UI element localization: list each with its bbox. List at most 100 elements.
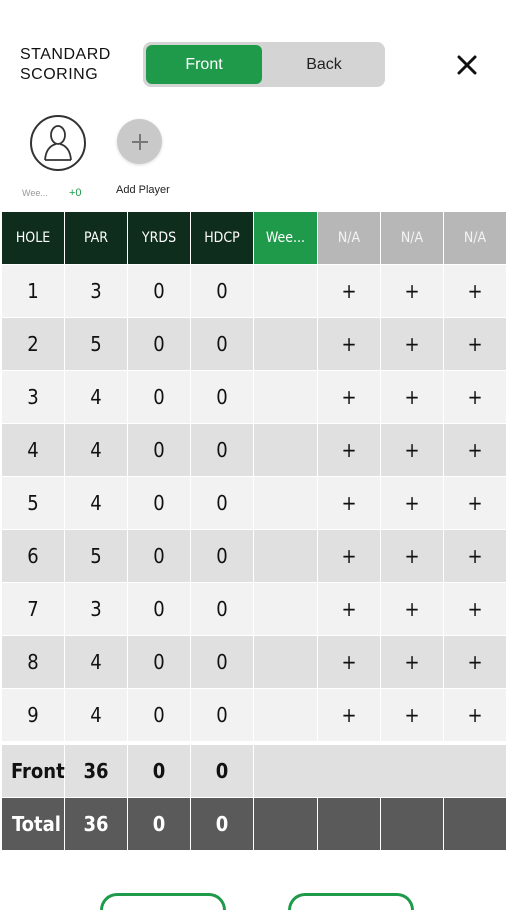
player-score-cell[interactable] bbox=[254, 318, 318, 371]
total-hdcp: 0 bbox=[191, 798, 254, 851]
close-button[interactable] bbox=[452, 50, 482, 80]
add-score-cell[interactable]: + bbox=[444, 424, 507, 477]
total-na-score bbox=[381, 798, 444, 851]
add-score-cell[interactable]: + bbox=[381, 265, 444, 318]
add-score-cell[interactable]: + bbox=[381, 530, 444, 583]
hole-number: 5 bbox=[2, 477, 65, 530]
hole-par: 5 bbox=[65, 318, 128, 371]
add-score-cell[interactable]: + bbox=[381, 689, 444, 742]
person-icon bbox=[44, 125, 72, 161]
add-score-cell[interactable]: + bbox=[444, 636, 507, 689]
add-score-cell[interactable]: + bbox=[444, 371, 507, 424]
column-header-yrds: YRDS bbox=[128, 212, 191, 265]
hole-par: 5 bbox=[65, 530, 128, 583]
bottom-button-left[interactable] bbox=[100, 893, 226, 910]
back-tab[interactable]: Back bbox=[266, 45, 382, 84]
player-score-cell[interactable] bbox=[254, 636, 318, 689]
hole-number: 9 bbox=[2, 689, 65, 742]
add-score-cell[interactable]: + bbox=[318, 371, 381, 424]
add-score-cell[interactable]: + bbox=[318, 265, 381, 318]
add-score-cell[interactable]: + bbox=[444, 689, 507, 742]
player-score-cell[interactable] bbox=[254, 265, 318, 318]
add-player-label: Add Player bbox=[116, 184, 170, 196]
front-par: 36 bbox=[65, 745, 128, 798]
hole-par: 4 bbox=[65, 371, 128, 424]
column-header-hole: HOLE bbox=[2, 212, 65, 265]
player-score-cell[interactable] bbox=[254, 477, 318, 530]
add-score-cell[interactable]: + bbox=[381, 424, 444, 477]
add-score-cell[interactable]: + bbox=[444, 477, 507, 530]
column-header-player[interactable]: Wee... bbox=[254, 212, 318, 265]
front-tab[interactable]: Front bbox=[146, 45, 262, 84]
hole-par: 4 bbox=[65, 689, 128, 742]
table-row: 4 4 0 0 + + + bbox=[2, 424, 507, 477]
player-name: Wee... bbox=[22, 188, 48, 198]
table-row: 7 3 0 0 + + + bbox=[2, 583, 507, 636]
front-hdcp: 0 bbox=[191, 745, 254, 798]
add-score-cell[interactable]: + bbox=[444, 265, 507, 318]
column-header-na[interactable]: N/A bbox=[444, 212, 507, 265]
scorecard-table: HOLE PAR YRDS HDCP Wee... N/A N/A N/A 13… bbox=[2, 212, 507, 851]
column-header-par: PAR bbox=[65, 212, 128, 265]
hole-number: 8 bbox=[2, 636, 65, 689]
table-row: 2 5 0 0 + + + bbox=[2, 318, 507, 371]
player-score: +0 bbox=[69, 187, 82, 199]
add-player-button[interactable] bbox=[117, 119, 162, 164]
total-summary-row: Total 36 0 0 bbox=[2, 798, 507, 851]
hole-handicap: 0 bbox=[191, 318, 254, 371]
add-score-cell[interactable]: + bbox=[318, 583, 381, 636]
hole-handicap: 0 bbox=[191, 424, 254, 477]
add-score-cell[interactable]: + bbox=[381, 477, 444, 530]
hole-number: 4 bbox=[2, 424, 65, 477]
front-summary-row: Front 36 0 0 bbox=[2, 745, 507, 798]
add-score-cell[interactable]: + bbox=[444, 318, 507, 371]
add-score-cell[interactable]: + bbox=[318, 318, 381, 371]
total-label: Total bbox=[2, 798, 65, 851]
add-score-cell[interactable]: + bbox=[381, 371, 444, 424]
add-score-cell[interactable]: + bbox=[444, 530, 507, 583]
column-header-na[interactable]: N/A bbox=[318, 212, 381, 265]
hole-par: 3 bbox=[65, 583, 128, 636]
player-score-cell[interactable] bbox=[254, 689, 318, 742]
add-score-cell[interactable]: + bbox=[318, 424, 381, 477]
hole-number: 1 bbox=[2, 265, 65, 318]
front-label: Front bbox=[2, 745, 65, 798]
player-score-cell[interactable] bbox=[254, 424, 318, 477]
hole-handicap: 0 bbox=[191, 636, 254, 689]
hole-yards: 0 bbox=[128, 689, 191, 742]
add-score-cell[interactable]: + bbox=[444, 583, 507, 636]
player-avatar[interactable] bbox=[30, 115, 86, 171]
hole-par: 4 bbox=[65, 477, 128, 530]
column-header-na[interactable]: N/A bbox=[381, 212, 444, 265]
add-score-cell[interactable]: + bbox=[381, 583, 444, 636]
hole-par: 4 bbox=[65, 636, 128, 689]
hole-par: 3 bbox=[65, 265, 128, 318]
hole-number: 7 bbox=[2, 583, 65, 636]
add-score-cell[interactable]: + bbox=[318, 689, 381, 742]
bottom-button-right[interactable] bbox=[288, 893, 414, 910]
table-row: 6 5 0 0 + + + bbox=[2, 530, 507, 583]
hole-number: 2 bbox=[2, 318, 65, 371]
add-score-cell[interactable]: + bbox=[381, 318, 444, 371]
hole-yards: 0 bbox=[128, 424, 191, 477]
scorecard-header: STANDARD SCORING Front Back bbox=[0, 0, 507, 105]
front-back-toggle[interactable]: Front Back bbox=[143, 42, 385, 87]
column-header-hdcp: HDCP bbox=[191, 212, 254, 265]
front-scores-empty bbox=[254, 745, 507, 798]
hole-handicap: 0 bbox=[191, 689, 254, 742]
close-icon bbox=[457, 55, 477, 75]
hole-par: 4 bbox=[65, 424, 128, 477]
add-score-cell[interactable]: + bbox=[381, 636, 444, 689]
total-yrds: 0 bbox=[128, 798, 191, 851]
table-row: 1 3 0 0 + + + bbox=[2, 265, 507, 318]
player-score-cell[interactable] bbox=[254, 583, 318, 636]
add-score-cell[interactable]: + bbox=[318, 530, 381, 583]
total-na-score bbox=[318, 798, 381, 851]
table-row: 9 4 0 0 + + + bbox=[2, 689, 507, 742]
add-score-cell[interactable]: + bbox=[318, 636, 381, 689]
plus-icon bbox=[131, 133, 148, 150]
total-player-score bbox=[254, 798, 318, 851]
player-score-cell[interactable] bbox=[254, 530, 318, 583]
add-score-cell[interactable]: + bbox=[318, 477, 381, 530]
player-score-cell[interactable] bbox=[254, 371, 318, 424]
